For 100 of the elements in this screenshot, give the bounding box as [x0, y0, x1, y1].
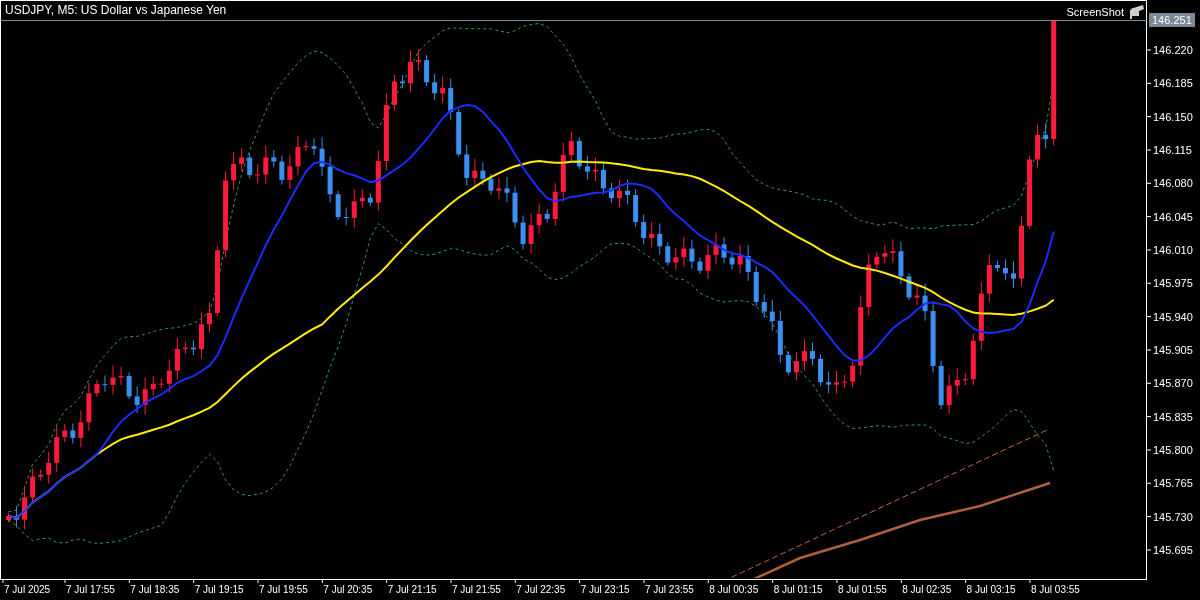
candlestick: [118, 366, 124, 386]
candlestick: [150, 375, 156, 397]
price-label: 146.220: [1153, 44, 1193, 56]
candlestick: [697, 256, 703, 275]
candlestick: [351, 188, 357, 228]
time-label: 8 Jul 02:35: [902, 584, 952, 595]
time-label: 8 Jul 00:35: [709, 584, 759, 595]
candlestick: [464, 144, 470, 187]
candlestick: [818, 353, 824, 387]
time-label: 7 Jul 17:55: [66, 584, 115, 595]
price-label: 146.185: [1153, 77, 1193, 90]
candlestick: [1011, 260, 1016, 289]
time-label: 7 Jul 2025: [4, 584, 51, 595]
price-label: 145.765: [1153, 477, 1193, 490]
candlestick: [568, 131, 574, 163]
price-label: 145.975: [1153, 277, 1193, 290]
candlestick: [343, 207, 349, 226]
time-label: 8 Jul 03:55: [1030, 584, 1080, 595]
time-label: 7 Jul 19:15: [194, 584, 244, 595]
candlestick: [367, 192, 373, 207]
candlestick: [785, 350, 791, 376]
candlestick: [158, 377, 164, 389]
candlestick: [882, 244, 888, 264]
candlestick: [126, 372, 132, 400]
time-label: 7 Jul 20:35: [323, 584, 373, 595]
time-label: 8 Jul 01:15: [773, 584, 823, 595]
candlestick: [190, 339, 196, 356]
candlestick: [536, 202, 542, 235]
price-label: 146.010: [1153, 244, 1193, 256]
candlestick: [14, 505, 20, 528]
candlestick: [898, 241, 904, 285]
current-price-label: 146.251: [1149, 13, 1195, 27]
candlestick: [327, 156, 333, 203]
window-title: USDJPY, M5: US Dollar vs Japanese Yen: [5, 3, 227, 17]
candlestick: [745, 244, 751, 282]
candlestick: [54, 425, 60, 473]
candlestick: [834, 370, 840, 395]
candlestick: [215, 245, 221, 317]
price-label: 145.905: [1153, 343, 1193, 356]
candlestick: [22, 485, 28, 530]
candlestick: [504, 176, 510, 203]
candlestick: [625, 178, 631, 205]
candlestick: [978, 281, 984, 351]
candlestick: [633, 188, 639, 228]
candlestick: [970, 333, 976, 386]
candlestick: [777, 310, 783, 364]
candlestick: [681, 236, 687, 268]
candlestick: [46, 451, 52, 484]
candlestick: [375, 149, 381, 212]
candlestick: [231, 151, 237, 191]
candlestick: [166, 358, 172, 394]
candlestick: [986, 253, 992, 303]
candlestick: [729, 251, 735, 270]
time-label: 8 Jul 03:15: [966, 584, 1016, 595]
candlestick: [592, 157, 598, 182]
candlestick: [866, 253, 872, 317]
candlestick: [311, 137, 317, 156]
time-label: 7 Jul 21:15: [387, 584, 437, 595]
candlestick: [576, 136, 582, 170]
candlestick: [94, 379, 100, 398]
price-label: 146.045: [1153, 210, 1193, 223]
candlestick: [617, 179, 623, 208]
candlestick: [609, 182, 614, 204]
price-label: 145.835: [1153, 410, 1193, 423]
price-label: 145.730: [1153, 510, 1193, 523]
candlestick: [520, 215, 526, 251]
candlestick: [38, 469, 44, 482]
candlestick: [922, 283, 928, 322]
price-label: 146.115: [1153, 144, 1192, 156]
candlestick: [198, 312, 204, 360]
candlestick: [761, 293, 767, 319]
candlestick: [86, 382, 92, 432]
candlestick: [496, 177, 502, 200]
time-label: 7 Jul 21:55: [452, 584, 501, 595]
candlestick: [512, 185, 518, 229]
candlestick: [649, 221, 655, 248]
candlestick: [271, 149, 277, 168]
time-label: 7 Jul 23:15: [580, 584, 630, 595]
candlestick: [1035, 124, 1041, 169]
candlestick: [303, 140, 309, 152]
graduation-cap-icon[interactable]: [1130, 5, 1144, 19]
candlestick: [528, 213, 534, 254]
candlestick: [416, 48, 422, 72]
candlestick: [914, 285, 920, 306]
candlestick: [826, 371, 832, 394]
price-label: 146.150: [1153, 110, 1193, 123]
candlestick: [954, 368, 960, 396]
candlestick: [673, 247, 679, 271]
candlestick: [6, 512, 11, 523]
time-label: 7 Jul 18:35: [130, 584, 180, 595]
time-label: 7 Jul 19:55: [259, 584, 308, 595]
candlestick: [207, 302, 212, 333]
candlestick: [263, 145, 269, 185]
candlestick: [874, 251, 880, 269]
candlestick: [408, 49, 413, 93]
candlestick: [78, 410, 84, 448]
candlestick: [657, 223, 663, 255]
candlestick: [182, 341, 188, 355]
price-label: 145.870: [1153, 377, 1193, 390]
candlestick: [247, 152, 253, 179]
